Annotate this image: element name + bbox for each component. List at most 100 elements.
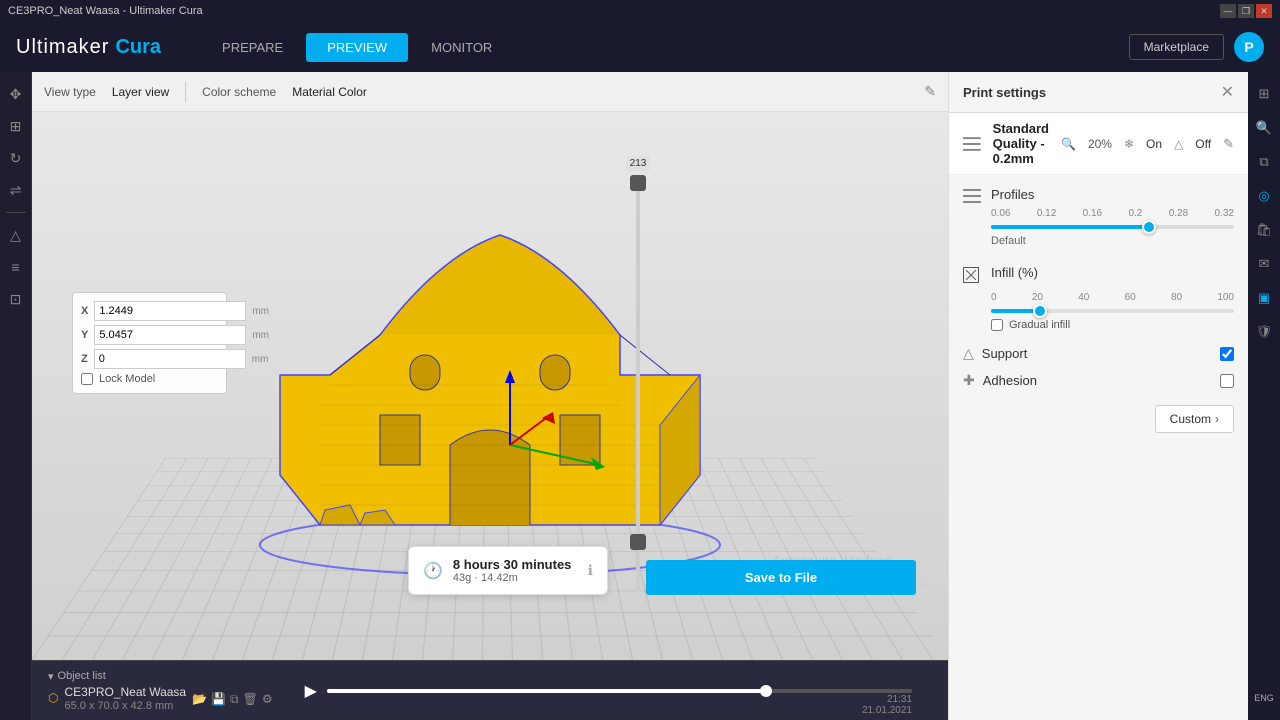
minimize-button[interactable]: —: [1220, 4, 1236, 18]
viewport-wrapper: View type Layer view Color scheme Materi…: [32, 72, 948, 720]
mail-icon[interactable]: ✉: [1250, 250, 1278, 278]
lock-row: Lock Model: [81, 373, 218, 385]
mark-012: 0.12: [1037, 208, 1056, 219]
object-list-label: Object list: [58, 670, 106, 682]
scrubber-fill: [327, 689, 766, 693]
custom-label: Custom: [1170, 412, 1211, 426]
window-title: CE3PRO_Neat Waasa - Ultimaker Cura: [8, 5, 203, 17]
z-input[interactable]: [94, 349, 246, 369]
color-scheme-label: Color scheme: [202, 85, 276, 99]
play-button[interactable]: ▶: [305, 681, 317, 701]
chevron-down-icon: ▾: [48, 670, 54, 683]
infill-mark-100: 100: [1217, 292, 1234, 303]
logo-ultimaker: Ultimaker: [16, 36, 109, 59]
support-label: Support: [982, 346, 1028, 361]
topbar-separator: [185, 82, 186, 102]
windows-icon[interactable]: ⊞: [1250, 80, 1278, 108]
transform-z-row: Z mm: [81, 349, 218, 369]
y-input[interactable]: [94, 325, 246, 345]
mirror-tool-icon[interactable]: ⇌: [2, 176, 30, 204]
lock-model-label: Lock Model: [99, 373, 155, 385]
move-tool-icon[interactable]: ✥: [2, 80, 30, 108]
support-row: △ Support: [963, 345, 1234, 362]
permodel-tool-icon[interactable]: ⊡: [2, 285, 30, 313]
marketplace-button[interactable]: Marketplace: [1129, 34, 1224, 60]
infill-slider-container: [991, 309, 1234, 313]
logo-cura: Cura: [115, 36, 161, 59]
tab-monitor[interactable]: MONITOR: [410, 33, 513, 62]
layer-handle-bottom[interactable]: [630, 534, 646, 550]
bottom-bar: ▾ Object list ⬡ CE3PRO_Neat Waasa 65.0 x…: [32, 660, 948, 720]
obj-save-icon[interactable]: 💾: [211, 692, 226, 707]
layer-handle-top[interactable]: [630, 175, 646, 191]
maximize-button[interactable]: ❐: [1238, 4, 1254, 18]
infill-slider-track[interactable]: [991, 309, 1234, 313]
scale-tool-icon[interactable]: ⊞: [2, 112, 30, 140]
layer-slider: 213: [628, 152, 648, 600]
shield-icon[interactable]: 🛡: [1250, 318, 1278, 346]
lock-model-checkbox[interactable]: [81, 373, 93, 385]
save-to-file-button[interactable]: Save to File: [646, 560, 916, 595]
titlebar: CE3PRO_Neat Waasa - Ultimaker Cura — ❐ ✕: [0, 0, 1280, 22]
infill-section: Infill (%) 0 20 40 60 80 100: [963, 265, 1234, 331]
quality-name[interactable]: Standard Quality - 0.2mm: [993, 121, 1049, 166]
transform-y-row: Y mm: [81, 325, 218, 345]
close-button[interactable]: ✕: [1256, 4, 1272, 18]
support-tool-icon[interactable]: △: [2, 221, 30, 249]
infill-mark-60: 60: [1125, 292, 1136, 303]
infill-marks: 0 20 40 60 80 100: [991, 292, 1234, 303]
print-time-label: 8 hours 30 minutes: [453, 557, 571, 572]
object-name: CE3PRO_Neat Waasa: [64, 685, 186, 699]
object-list-header: ▾ Object list: [48, 670, 273, 683]
layer-tool-icon[interactable]: ≡: [2, 253, 30, 281]
obj-copy-icon[interactable]: ⧉: [230, 692, 239, 707]
taskview-icon[interactable]: ⧉: [1250, 148, 1278, 176]
layer-track[interactable]: [636, 175, 640, 592]
layer-scrubber[interactable]: [327, 689, 912, 693]
custom-button[interactable]: Custom ›: [1155, 405, 1234, 433]
store-icon[interactable]: 🛍: [1250, 216, 1278, 244]
quality-off: Off: [1195, 137, 1211, 151]
object-list-item: ⬡ CE3PRO_Neat Waasa 65.0 x 70.0 x 42.8 m…: [48, 685, 273, 712]
app-header: Ultimaker Cura PREPARE PREVIEW MONITOR M…: [0, 22, 1280, 72]
infill-slider-thumb[interactable]: [1033, 304, 1047, 318]
obj-delete-icon[interactable]: 🗑: [243, 692, 258, 707]
profiles-section: Profiles 0.06 0.12 0.16 0.2 0.28 0.32: [963, 187, 1234, 251]
edge-browser-icon[interactable]: ◎: [1250, 182, 1278, 210]
mark-032: 0.32: [1215, 208, 1234, 219]
transform-x-row: X mm: [81, 301, 218, 321]
object-list-section: ▾ Object list ⬡ CE3PRO_Neat Waasa 65.0 x…: [48, 670, 273, 712]
x-input[interactable]: [94, 301, 246, 321]
3d-viewport[interactable]: X mm Y mm Z mm Lock Model: [32, 112, 948, 660]
3d-model: [240, 215, 740, 595]
support-checkbox[interactable]: [1220, 347, 1234, 361]
obj-settings-icon[interactable]: ⚙: [262, 692, 273, 707]
cura-taskbar-icon[interactable]: ▣: [1250, 284, 1278, 312]
print-settings-title: Print settings: [963, 85, 1046, 100]
scrubber-thumb[interactable]: [760, 685, 772, 697]
print-info-icon[interactable]: ℹ: [588, 562, 593, 579]
obj-open-icon[interactable]: 📂: [192, 692, 207, 707]
topbar-right: ✎: [924, 83, 936, 100]
tab-prepare[interactable]: PREPARE: [201, 33, 304, 62]
zoom-icon: 🔍: [1061, 137, 1076, 151]
toolbar-separator: [6, 212, 26, 213]
rotate-tool-icon[interactable]: ↻: [2, 144, 30, 172]
mark-028: 0.28: [1169, 208, 1188, 219]
tab-preview[interactable]: PREVIEW: [306, 33, 408, 62]
infill-label-row: Infill (%): [991, 265, 1234, 286]
edit-quality-icon[interactable]: ✎: [1223, 136, 1234, 152]
search-edge-icon[interactable]: 🔍: [1250, 114, 1278, 142]
gradual-infill-checkbox[interactable]: [991, 319, 1003, 331]
color-scheme-value[interactable]: Material Color: [292, 85, 367, 99]
adhesion-checkbox[interactable]: [1220, 374, 1234, 388]
profile-slider-track[interactable]: [991, 225, 1234, 229]
profile-avatar[interactable]: P: [1234, 32, 1264, 62]
view-type-value[interactable]: Layer view: [112, 85, 169, 99]
print-settings-close[interactable]: ✕: [1221, 82, 1234, 102]
profile-slider-thumb[interactable]: [1142, 220, 1156, 234]
edit-viewport-icon[interactable]: ✎: [924, 83, 936, 100]
z-label: Z: [81, 353, 88, 365]
app-logo: Ultimaker Cura: [16, 36, 161, 59]
object-size: 65.0 x 70.0 x 42.8 mm: [64, 700, 186, 712]
